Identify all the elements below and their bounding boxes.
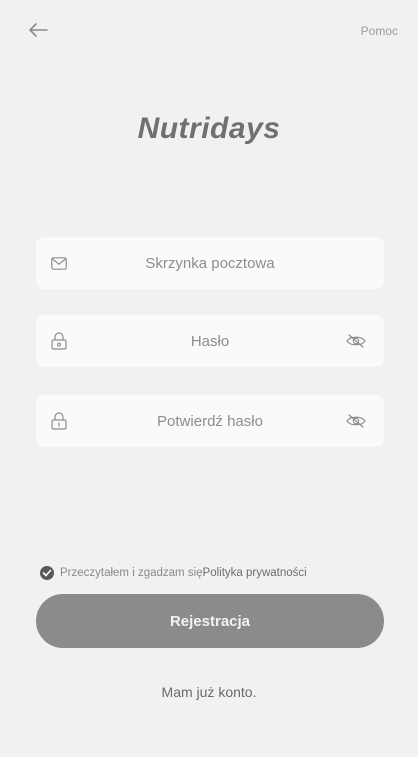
eye-hidden-icon[interactable] xyxy=(346,413,366,429)
mail-icon xyxy=(50,254,68,272)
consent-checkbox[interactable] xyxy=(40,566,54,580)
register-screen: Pomoc Nutridays Skrzynka pocztowa Hasło xyxy=(4,0,414,757)
confirm-password-placeholder: Potwierdź hasło xyxy=(157,412,263,430)
privacy-policy-link[interactable]: Polityka prywatności xyxy=(203,567,307,579)
help-link[interactable]: Pomoc xyxy=(361,24,398,38)
have-account-link[interactable]: Mam już konto. xyxy=(4,684,414,700)
checkmark-icon xyxy=(42,569,52,577)
privacy-consent: Przeczytałem i zgadzam się Polityka pryw… xyxy=(40,566,307,580)
lock-icon xyxy=(50,412,68,430)
lock-icon xyxy=(50,332,68,350)
eye-hidden-icon[interactable] xyxy=(346,333,366,349)
email-field[interactable]: Skrzynka pocztowa xyxy=(36,237,384,289)
consent-text: Przeczytałem i zgadzam się xyxy=(60,567,203,579)
back-button[interactable] xyxy=(24,18,52,46)
register-button[interactable]: Rejestracja xyxy=(36,594,384,648)
confirm-password-field[interactable]: Potwierdź hasło xyxy=(36,395,384,447)
email-placeholder: Skrzynka pocztowa xyxy=(145,254,275,272)
arrow-left-icon xyxy=(28,22,48,43)
app-title: Nutridays xyxy=(137,112,281,145)
password-placeholder: Hasło xyxy=(190,332,230,350)
password-field[interactable]: Hasło xyxy=(36,315,384,367)
